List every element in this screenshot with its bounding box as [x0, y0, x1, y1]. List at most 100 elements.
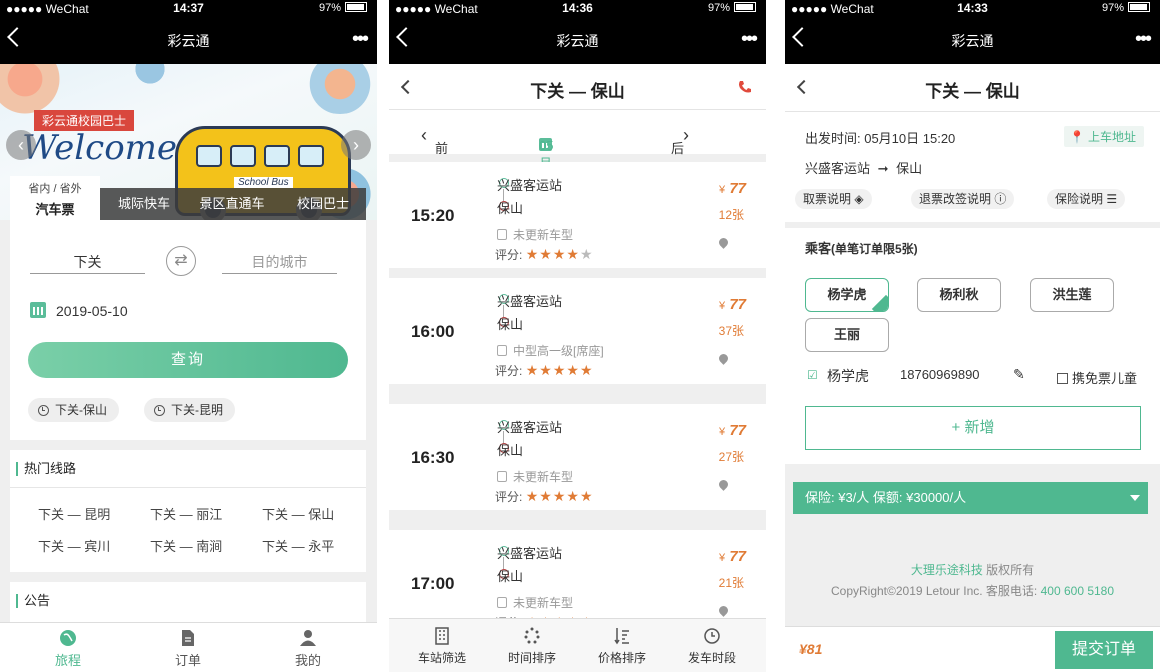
- map-pin-icon[interactable]: [717, 478, 730, 491]
- tab-intercity-express[interactable]: 城际快车: [104, 188, 184, 220]
- ticket-pickup-info-button[interactable]: 取票说明 ◈: [795, 189, 872, 209]
- page-header: 下关 — 保山: [785, 64, 1160, 112]
- tabbar-profile[interactable]: 我的: [268, 629, 348, 669]
- passenger-chip[interactable]: 杨利秋: [917, 278, 1001, 312]
- tabbar-trip[interactable]: 旅程: [28, 629, 108, 669]
- route-line: 兴盛客运站 ➞ 保山: [805, 158, 922, 177]
- document-icon: [182, 630, 194, 646]
- pickup-address-button[interactable]: 📍 上车地址: [1063, 126, 1144, 147]
- filter-departure-period[interactable]: 发车时段: [667, 627, 757, 666]
- hot-routes-card: 热门线路 下关 — 昆明 下关 — 丽江 下关 — 保山 下关 — 宾川 下关 …: [10, 450, 366, 572]
- passenger-chip[interactable]: 洪生莲: [1030, 278, 1114, 312]
- phone-icon[interactable]: [738, 80, 752, 94]
- filter-time-sort[interactable]: 时间排序: [487, 627, 577, 666]
- to-city-input[interactable]: 目的城市: [222, 250, 337, 274]
- battery-level: 97%: [1101, 2, 1124, 14]
- status-bar: ●●●●● WeChat 14:33 97%: [785, 0, 1160, 18]
- search-card: 下关 ⇄ 目的城市 2019-05-10 查询 下关-保山 下关-昆明: [10, 220, 366, 440]
- hot-route-item[interactable]: 下关 — 永平: [262, 536, 334, 555]
- history-chip[interactable]: 下关-昆明: [144, 398, 235, 422]
- page-title: 下关 — 保山: [530, 82, 625, 101]
- filter-price-sort[interactable]: 价格排序: [577, 627, 667, 666]
- tickets-left: 27张: [718, 450, 744, 464]
- company-name: 大理乐途科技: [910, 563, 983, 577]
- hot-route-item[interactable]: 下关 — 昆明: [38, 504, 110, 523]
- trip-card[interactable]: 16:00 兴盛客运站 保山 中型高一级[席座] 评分: ★★★★★ ¥ 77 37张: [389, 278, 766, 384]
- wechat-title-bar: 彩云通 •••: [389, 18, 766, 64]
- search-button[interactable]: 查询: [28, 342, 348, 378]
- hot-routes-title: 热门线路: [10, 450, 366, 488]
- filter-station[interactable]: 车站筛选: [397, 627, 487, 666]
- price-value: 77: [729, 180, 746, 197]
- next-day-button[interactable]: 后一天›: [671, 124, 689, 194]
- submit-order-button[interactable]: 提交订单: [1055, 631, 1153, 669]
- banner-prev-icon[interactable]: ‹: [6, 130, 36, 160]
- map-pin-icon[interactable]: [717, 604, 730, 617]
- status-bar: ●●●●● WeChat 14:36 97%: [389, 0, 766, 18]
- bottom-tab-bar: 旅程 订单 我的: [0, 622, 377, 672]
- passenger-chip[interactable]: 王丽: [805, 318, 889, 352]
- hot-route-item[interactable]: 下关 — 丽江: [150, 504, 222, 523]
- battery-level: 97%: [707, 2, 730, 14]
- loading-icon: [524, 627, 540, 644]
- tab-scenic-shuttle[interactable]: 景区直通车: [188, 188, 276, 220]
- passenger-section: 乘客(单笔订单限5张) 杨学虎 杨利秋 洪生莲 王丽 ☑ 杨学虎 1876096…: [785, 228, 1160, 464]
- star-icon: ★: [579, 488, 594, 504]
- hot-route-item[interactable]: 下关 — 保山: [262, 504, 334, 523]
- from-city-input[interactable]: 下关: [30, 250, 145, 274]
- insurance-info-button[interactable]: 保险说明 ☰: [1047, 189, 1126, 209]
- add-passenger-button[interactable]: + 新增: [805, 406, 1141, 450]
- notice-card: 公告: [10, 582, 366, 622]
- edit-icon[interactable]: ✎: [1013, 366, 1025, 383]
- insurance-select[interactable]: 保险: ¥3/人 保额: ¥30000/人: [793, 482, 1148, 514]
- more-icon[interactable]: •••: [352, 29, 369, 49]
- star-icon: ★: [539, 362, 553, 378]
- tabbar-orders[interactable]: 订单: [148, 629, 228, 669]
- child-ticket-checkbox[interactable]: 携免票儿童: [1057, 368, 1137, 387]
- tab-campus-bus[interactable]: 校园巴士: [282, 188, 364, 220]
- passenger-title-text: 乘客: [805, 241, 832, 256]
- tickets-left: 12张: [718, 208, 744, 222]
- tab-subtitle: 省内 / 省外: [28, 183, 82, 195]
- tab-bus-ticket[interactable]: 省内 / 省外 汽车票: [10, 176, 100, 220]
- hot-route-item[interactable]: 下关 — 南涧: [150, 536, 222, 555]
- info-icon: ⓘ: [994, 192, 1007, 206]
- destination-station: 保山: [497, 569, 524, 584]
- star-icon: ★: [566, 362, 580, 378]
- more-icon[interactable]: •••: [1135, 29, 1152, 49]
- refund-info-button[interactable]: 退票改签说明 ⓘ: [911, 189, 1015, 209]
- map-pin-icon[interactable]: [717, 236, 730, 249]
- map-pin-icon[interactable]: [717, 352, 730, 365]
- trip-card[interactable]: 15:20 兴盛客运站 保山 未更新车型 评分: ★★★★★ ¥ 77 12张: [389, 162, 766, 268]
- passenger-chip-selected[interactable]: 杨学虎: [805, 278, 889, 312]
- more-icon[interactable]: •••: [741, 29, 758, 49]
- tab-label: 汽车票: [35, 202, 75, 217]
- notice-title: 公告: [10, 582, 366, 620]
- star-icon: ★: [525, 488, 540, 504]
- bus-icon: [497, 471, 507, 482]
- location-icon: 📍: [1069, 130, 1085, 144]
- filter-label: 时间排序: [507, 651, 556, 665]
- ticket-price: ¥ 77: [719, 180, 746, 197]
- hot-route-item[interactable]: 下关 — 宾川: [38, 536, 110, 555]
- rating: 评分: ★★★★★: [495, 362, 594, 379]
- departure-time: 出发时间: 05月10日 15:20: [805, 131, 956, 146]
- filter-bar: 车站筛选 时间排序 价格排序 发车时段: [389, 618, 766, 672]
- schedule-screen: ●●●●● WeChat 14:36 97% 彩云通 ••• 下关 — 保山 ‹…: [389, 0, 766, 672]
- prev-day-button[interactable]: ‹前一天: [421, 124, 448, 194]
- date-value: 2019-05-10: [56, 303, 128, 319]
- ticket-price: ¥ 77: [719, 296, 746, 313]
- trip-card[interactable]: 16:30 兴盛客运站 保山 未更新车型 评分: ★★★★★ ¥ 77 27张: [389, 404, 766, 510]
- app-title: 彩云通: [951, 33, 994, 49]
- currency-symbol: ¥: [719, 426, 726, 438]
- battery-icon: [345, 2, 367, 12]
- history-chip[interactable]: 下关-保山: [28, 398, 119, 422]
- rating-label: 评分:: [495, 364, 523, 378]
- service-hotline[interactable]: 400 600 5180: [1041, 584, 1114, 598]
- status-bar: ●●●●● WeChat 14:37 97%: [0, 0, 377, 18]
- bus-icon: [497, 229, 507, 240]
- date-picker[interactable]: 2019-05-10: [30, 302, 128, 319]
- history-label: 下关-昆明: [171, 403, 223, 417]
- swap-cities-icon[interactable]: ⇄: [166, 246, 196, 276]
- banner-next-icon[interactable]: ›: [341, 130, 371, 160]
